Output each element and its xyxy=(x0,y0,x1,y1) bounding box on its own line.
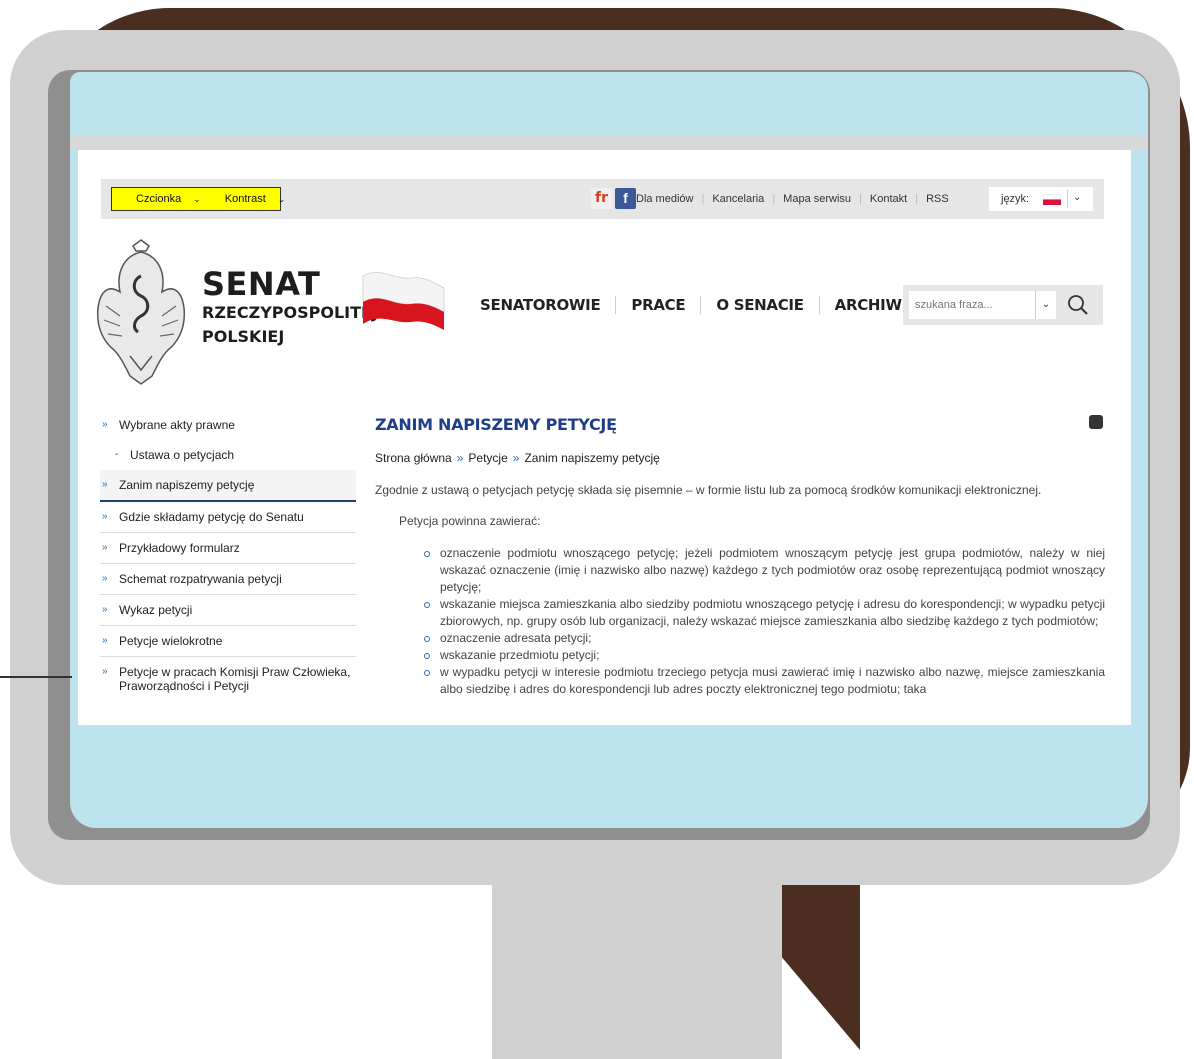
list-item: wskazanie przedmiotu petycji; xyxy=(423,647,1105,664)
main-nav: SENATOROWIE PRACE O SENACIE ARCHIWUM xyxy=(480,296,943,314)
page-title: ZANIM NAPISZEMY PETYCJĘ xyxy=(375,415,617,434)
main-content: ZANIM NAPISZEMY PETYCJĘ Strona główna » Pe… xyxy=(375,415,1105,698)
chevron-down-icon: ⌄ xyxy=(1041,299,1051,310)
requirements-heading: Petycja powinna zawierać: xyxy=(399,514,541,528)
logo-subtitle-line2: POLSKIEJ xyxy=(202,327,285,346)
nav-senators[interactable]: SENATOROWIE xyxy=(480,296,615,314)
polish-flag-icon xyxy=(1043,194,1061,205)
logo-title: SENAT xyxy=(202,265,321,303)
sidebar-item[interactable]: » Schemat rozpatrywania petycji xyxy=(100,564,356,595)
eagle-emblem-icon xyxy=(96,239,186,385)
monitor-stand xyxy=(492,880,782,1059)
fr-label: fr xyxy=(595,190,608,206)
double-chevron-icon: » xyxy=(102,604,108,615)
sidebar-item[interactable]: - Ustawa o petycjach xyxy=(100,440,356,470)
utility-bar: Czcionka ⌄ Kontrast ⌄ fr f Dla mediów | Kanc… xyxy=(101,179,1104,219)
language-selector[interactable]: język: ⌄ xyxy=(989,187,1093,211)
sidebar-item-label: Wykaz petycji xyxy=(119,603,193,617)
sidebar-item-label: Petycje wielokrotne xyxy=(119,634,223,648)
breadcrumb-petitions[interactable]: Petycje xyxy=(468,451,507,465)
divider xyxy=(1067,190,1068,208)
top-links: Dla mediów | Kancelaria | Mapa serwisu | Konta… xyxy=(636,193,949,205)
sidebar-item[interactable]: » Przykładowy formularz xyxy=(100,533,356,564)
sidebar-item[interactable]: » Zanim napiszemy petycję xyxy=(100,470,356,502)
double-chevron-icon: » xyxy=(102,635,108,646)
search-box: ⌄ xyxy=(903,285,1103,325)
sidebar-item-label: Petycje w pracach Komisji Praw Człowieka… xyxy=(119,665,351,693)
double-chevron-icon: » xyxy=(102,511,108,522)
double-chevron-icon: » xyxy=(102,542,108,553)
sidebar-item-label: Zanim napiszemy petycję xyxy=(119,478,255,492)
search-input[interactable] xyxy=(909,291,1041,319)
separator: | xyxy=(859,193,862,205)
separator: | xyxy=(915,193,919,205)
sidebar-item-label: Gdzie składamy petycję do Senatu xyxy=(119,510,304,524)
link-sitemap[interactable]: Mapa serwisu xyxy=(783,193,851,205)
breadcrumb: Strona główna » Petycje » Zanim napiszemy pe… xyxy=(375,451,1105,465)
list-item: oznaczenie podmiotu wnoszącego petycję; … xyxy=(423,545,1105,596)
waving-flag-icon xyxy=(362,271,445,330)
logo-subtitle-line1: RZECZYPOSPOLITEJ xyxy=(202,303,378,322)
search-options-dropdown[interactable]: ⌄ xyxy=(1035,291,1056,319)
sidebar-item[interactable]: » Petycje w pracach Komisji Praw Człowiek… xyxy=(100,657,356,701)
intro-paragraph: Zgodnie z ustawą o petycjach petycję skł… xyxy=(375,483,1042,497)
chevron-down-icon: ⌄ xyxy=(1073,192,1082,203)
double-chevron-icon: » xyxy=(102,419,108,430)
dash-icon: - xyxy=(115,449,119,460)
sidebar-item-label: Przykładowy formularz xyxy=(119,541,240,555)
breadcrumb-home[interactable]: Strona główna xyxy=(375,451,452,465)
cable-line xyxy=(0,676,72,678)
requirements-list: oznaczenie podmiotu wnoszącego petycję; … xyxy=(423,545,1105,698)
sidebar-menu: » Wybrane akty prawne - Ustawa o petycjach»… xyxy=(100,410,356,701)
screen-gray-strip xyxy=(70,136,1148,150)
list-item: wskazanie miejsca zamieszkania albo sied… xyxy=(423,596,1105,630)
contrast-dropdown[interactable]: Kontrast ⌄ xyxy=(213,193,286,205)
sidebar-item[interactable]: » Wykaz petycji xyxy=(100,595,356,626)
sidebar-item-label: Schemat rozpatrywania petycji xyxy=(119,572,282,586)
nav-works[interactable]: PRACE xyxy=(615,296,700,314)
link-rss[interactable]: RSS xyxy=(926,193,949,205)
breadcrumb-separator: » xyxy=(512,451,520,465)
link-contact[interactable]: Kontakt xyxy=(870,193,907,205)
link-chancellery[interactable]: Kancelaria xyxy=(712,193,764,205)
separator: | xyxy=(701,193,705,205)
chevron-down-icon: ⌄ xyxy=(277,194,286,204)
contrast-label: Kontrast xyxy=(224,193,266,205)
double-chevron-icon: » xyxy=(102,479,108,490)
fr-icon[interactable]: fr xyxy=(591,188,612,209)
facebook-label: f xyxy=(623,190,628,206)
webpage: Czcionka ⌄ Kontrast ⌄ fr f Dla mediów | Kanc… xyxy=(78,150,1131,725)
accessibility-bar: Czcionka ⌄ Kontrast ⌄ xyxy=(111,187,285,211)
chevron-down-icon: ⌄ xyxy=(193,194,201,204)
separator: | xyxy=(772,193,776,205)
sidebar-item-label: Wybrane akty prawne xyxy=(119,418,235,432)
search-icon[interactable] xyxy=(1067,294,1089,316)
nav-about-senate[interactable]: O SENACIE xyxy=(700,296,818,314)
double-chevron-icon: » xyxy=(102,573,108,584)
breadcrumb-separator: » xyxy=(456,451,464,465)
list-item: oznaczenie adresata petycji; xyxy=(423,630,1105,647)
sidebar-item[interactable]: » Petycje wielokrotne xyxy=(100,626,356,657)
breadcrumb-current: Zanim napiszemy petycję xyxy=(524,451,660,465)
list-item: w wypadku petycji w interesie podmiotu t… xyxy=(423,664,1105,698)
font-size-label: Czcionka xyxy=(136,193,182,205)
font-size-dropdown[interactable]: Czcionka ⌄ xyxy=(124,193,201,205)
double-chevron-icon: » xyxy=(102,666,108,677)
language-label: język: xyxy=(1001,193,1030,205)
sidebar-item[interactable]: » Wybrane akty prawne xyxy=(100,410,356,440)
sidebar-item[interactable]: » Gdzie składamy petycję do Senatu xyxy=(100,502,356,533)
sidebar-item-label: Ustawa o petycjach xyxy=(130,448,235,462)
facebook-icon[interactable]: f xyxy=(615,188,636,209)
link-media[interactable]: Dla mediów xyxy=(636,193,693,205)
